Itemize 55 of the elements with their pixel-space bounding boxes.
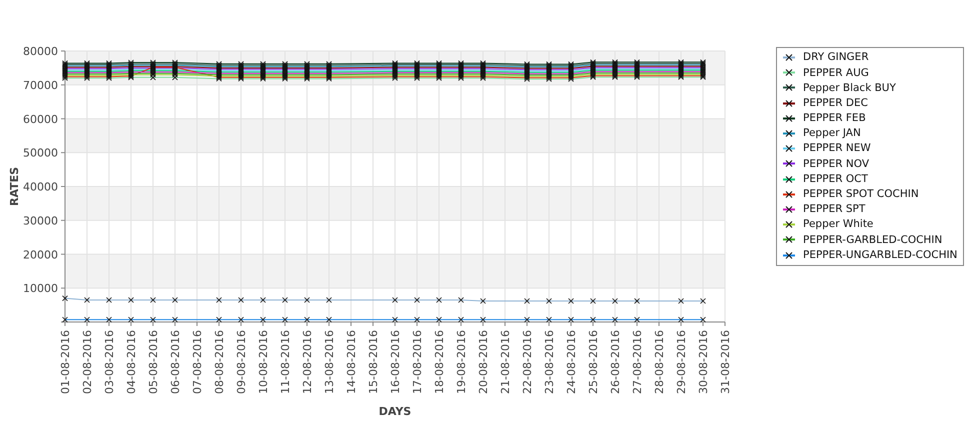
legend-label: PEPPER NEW	[803, 143, 871, 154]
y-tick-label: 70000	[23, 78, 58, 92]
legend-label: PEPPER-GARBLED-COCHIN	[803, 234, 942, 246]
legend-label: PEPPER OCT	[803, 174, 868, 184]
x-tick-label: 21-08-2016	[499, 330, 512, 394]
y-tick-label: 30000	[23, 214, 58, 228]
x-tick-label: 03-08-2016	[103, 330, 116, 394]
x-tick-label: 10-08-2016	[257, 330, 270, 394]
x-tick-label: 01-08-2016	[59, 330, 72, 394]
x-tick-label: 11-08-2016	[279, 330, 292, 394]
x-tick-label: 26-08-2016	[609, 330, 622, 394]
x-tick-label: 20-08-2016	[477, 330, 490, 394]
x-tick-label: 14-08-2016	[345, 330, 358, 394]
x-tick-label: 27-08-2016	[631, 330, 644, 394]
x-tick-label: 25-08-2016	[587, 330, 600, 394]
legend-label: PEPPER-UNGARBLED-COCHIN	[803, 250, 958, 260]
x-tick-label: 24-08-2016	[565, 330, 578, 394]
x-tick-label: 18-08-2016	[433, 330, 446, 394]
x-tick-label: 06-08-2016	[169, 330, 182, 394]
x-tick-label: 17-08-2016	[411, 330, 424, 394]
legend-label: PEPPER SPOT COCHIN	[803, 189, 919, 200]
x-tick-label: 31-08-2016	[719, 330, 732, 394]
x-tick-label: 08-08-2016	[213, 330, 226, 394]
x-tick-label: 29-08-2016	[675, 330, 688, 394]
x-tick-label: 04-08-2016	[125, 330, 138, 394]
x-tick-label: 23-08-2016	[543, 330, 556, 394]
x-tick-label: 02-08-2016	[81, 330, 94, 394]
x-tick-label: 22-08-2016	[521, 330, 534, 394]
x-tick-label: 30-08-2016	[697, 330, 710, 394]
legend-label: Pepper White	[803, 219, 874, 230]
legend-label: Pepper Black BUY	[803, 82, 896, 94]
y-tick-label: 20000	[23, 248, 58, 262]
axis-title: RATES	[8, 166, 21, 206]
y-tick-label: 40000	[23, 180, 58, 194]
axis-title: DAYS	[378, 405, 412, 418]
x-tick-label: 05-08-2016	[147, 330, 160, 394]
x-tick-label: 13-08-2016	[323, 330, 336, 394]
y-tick-label: 80000	[23, 45, 58, 58]
legend-label: Pepper JAN	[803, 128, 861, 139]
legend-label: PEPPER NOV	[803, 158, 870, 170]
x-tick-label: 15-08-2016	[367, 330, 380, 394]
y-tick-label: 10000	[23, 282, 58, 296]
y-tick-label: 50000	[23, 146, 58, 160]
legend-label: PEPPER AUG	[803, 68, 869, 78]
legend-label: DRY GINGER	[803, 52, 869, 63]
legend-label: PEPPER DEC	[803, 98, 868, 108]
legend-label: PEPPER FEB	[803, 113, 866, 124]
x-tick-label: 12-08-2016	[301, 330, 314, 394]
legend-label: PEPPER SPT	[803, 204, 866, 215]
x-tick-label: 19-08-2016	[455, 330, 468, 394]
x-tick-label: 16-08-2016	[389, 330, 402, 394]
x-tick-label: 09-08-2016	[235, 330, 248, 394]
x-tick-label: 28-08-2016	[653, 330, 666, 394]
x-tick-label: 07-08-2016	[191, 330, 204, 394]
y-tick-label: 60000	[23, 112, 58, 126]
